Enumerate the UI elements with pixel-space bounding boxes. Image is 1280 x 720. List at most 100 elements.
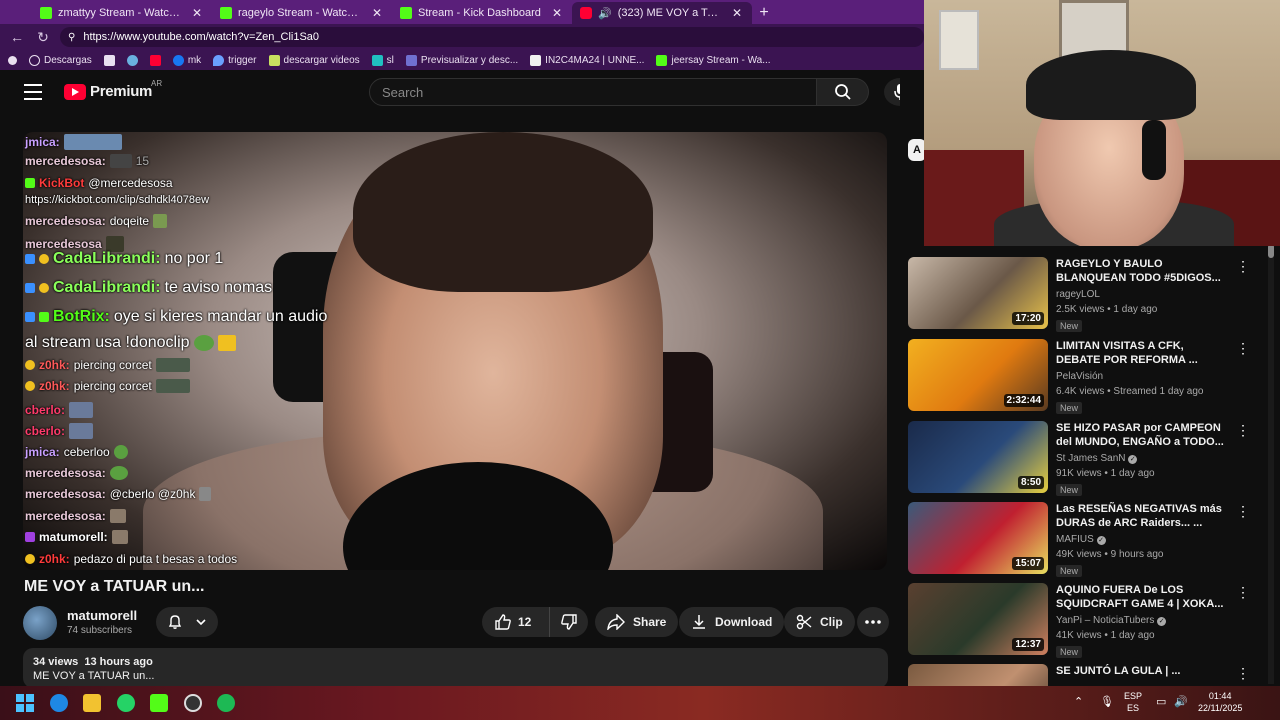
download-button[interactable]: Download	[679, 607, 785, 637]
sidebar-scrollbar[interactable]	[1268, 244, 1274, 684]
recommended-video[interactable]: 17:20 RAGEYLO Y BAULO BLANQUEAN TODO #5DI…	[908, 257, 1250, 332]
recommended-channel[interactable]: MAFIUS ✓	[1056, 534, 1106, 545]
bookmark-descargas[interactable]: Descargas	[29, 54, 92, 66]
bookmark-youtube[interactable]	[149, 54, 161, 66]
like-count: 12	[518, 615, 532, 629]
edge-icon[interactable]	[50, 694, 68, 712]
bookmark-kick[interactable]	[103, 54, 115, 66]
bookmark-trigger[interactable]: trigger	[213, 54, 257, 66]
whatsapp-icon[interactable]	[117, 694, 135, 712]
bookmark-previsualizar[interactable]: Previsualizar y desc...	[405, 54, 518, 66]
close-tab-icon[interactable]: ✕	[730, 6, 744, 20]
browser-tab-2[interactable]: rageylo Stream - Watch Live on K ✕	[212, 2, 392, 24]
youtube-favicon-icon	[580, 7, 592, 19]
chevron-up-icon[interactable]: ⌃	[1074, 696, 1083, 708]
close-tab-icon[interactable]: ✕	[370, 6, 384, 20]
search-input[interactable]: Search	[369, 78, 817, 106]
bookmark-extension[interactable]	[126, 54, 138, 66]
more-vertical-icon[interactable]: ⋮	[1236, 423, 1250, 437]
close-tab-icon[interactable]: ✕	[190, 6, 204, 20]
recommended-title[interactable]: LIMITAN VISITAS A CFK, DEBATE POR REFORM…	[1056, 339, 1228, 367]
youtube-premium-logo[interactable]: Premium AR	[64, 79, 162, 100]
more-vertical-icon[interactable]: ⋮	[1236, 341, 1250, 355]
browser-tab-1[interactable]: zmattyy Stream - Watch Live on K ✕	[32, 2, 212, 24]
chat-line: mercedesosa:	[25, 466, 128, 480]
recommended-title[interactable]: SE JUNTÓ LA GULA | ...	[1056, 664, 1228, 678]
bookmark-sl[interactable]: sl	[371, 54, 394, 66]
video-player[interactable]: jmica: mercedesosa: 15 KickBot @mercedesos…	[23, 132, 887, 570]
recommended-channel[interactable]: rageyLOL	[1056, 289, 1100, 300]
language-indicator[interactable]: ESP ES	[1124, 690, 1142, 714]
browser-tab-4-active[interactable]: 🔊 (323) ME VOY a TATUAR un... ✕	[572, 2, 752, 24]
back-arrow-icon[interactable]: ←	[8, 28, 26, 46]
more-vertical-icon[interactable]: ⋮	[1236, 504, 1250, 518]
speaker-icon[interactable]: 🔊	[598, 7, 612, 20]
video-thumbnail[interactable]: 8:50	[908, 421, 1048, 493]
search-button[interactable]	[817, 78, 869, 106]
new-badge: New	[1056, 565, 1083, 577]
browser-tab-3[interactable]: Stream - Kick Dashboard ✕	[392, 2, 572, 24]
video-thumbnail[interactable]: 12:37	[908, 583, 1048, 655]
obs-icon[interactable]	[184, 694, 202, 712]
badge-icon	[25, 532, 35, 542]
chat-user: KickBot	[39, 176, 85, 190]
video-thumbnail[interactable]: 15:07	[908, 502, 1048, 574]
badge-icon	[39, 283, 49, 293]
recommended-title[interactable]: AQUINO FUERA De LOS SQUIDCRAFT GAME 4 | …	[1056, 583, 1228, 611]
channel-label: MAFIUS	[1056, 534, 1094, 545]
volume-icon[interactable]: 🔊	[1174, 696, 1188, 708]
chat-user: jmica:	[25, 135, 60, 149]
subscription-bell-button[interactable]	[156, 607, 218, 637]
pepe-emote-icon	[113, 445, 128, 459]
clock[interactable]: 01:44 22/11/2025	[1198, 690, 1242, 714]
recommended-video[interactable]: 2:32:44 LIMITAN VISITAS A CFK, DEBATE POR…	[908, 339, 1250, 414]
recommended-channel[interactable]: PelaVisión	[1056, 371, 1103, 382]
site-info-icon[interactable]: ⚲	[68, 32, 75, 43]
channel-avatar[interactable]	[23, 606, 57, 640]
chat-message: no por 1	[164, 250, 224, 267]
hamburger-menu-icon[interactable]	[24, 84, 42, 100]
microphone-icon[interactable]: 🎙	[1100, 696, 1114, 708]
share-button[interactable]: Share	[595, 607, 679, 637]
clip-button[interactable]: Clip	[784, 607, 855, 637]
description-box[interactable]: 34 views 13 hours ago ME VOY a TATUAR un…	[23, 648, 888, 688]
more-vertical-icon[interactable]: ⋮	[1236, 666, 1250, 680]
more-actions-button[interactable]	[857, 607, 889, 637]
recommended-title[interactable]: SE HIZO PASAR por CAMPEON del MUNDO, ENG…	[1056, 421, 1228, 449]
more-vertical-icon[interactable]: ⋮	[1236, 585, 1250, 599]
bookmark-apps[interactable]	[8, 55, 17, 65]
recommended-video[interactable]: 8:50 SE HIZO PASAR por CAMPEON del MUNDO,…	[908, 421, 1250, 496]
badge-icon	[25, 254, 35, 264]
reload-icon[interactable]: ↻	[34, 28, 52, 46]
recommended-video[interactable]: 12:37 AQUINO FUERA De LOS SQUIDCRAFT GAME…	[908, 583, 1250, 658]
more-vertical-icon[interactable]: ⋮	[1236, 259, 1250, 273]
kick-icon[interactable]	[150, 694, 168, 712]
dislike-button[interactable]	[550, 613, 588, 631]
language-bottom: ES	[1127, 703, 1140, 713]
video-thumbnail[interactable]: 17:20	[908, 257, 1048, 329]
windows-start-icon[interactable]	[16, 694, 34, 712]
close-tab-icon[interactable]: ✕	[550, 6, 564, 20]
bookmark-unne[interactable]: IN2C4MA24 | UNNE...	[530, 54, 645, 66]
recommended-title[interactable]: Las RESEÑAS NEGATIVAS más DURAS de ARC R…	[1056, 502, 1228, 530]
file-explorer-icon[interactable]	[83, 694, 101, 712]
recommended-video[interactable]: 15:07 Las RESEÑAS NEGATIVAS más DURAS de …	[908, 502, 1250, 577]
spotify-icon[interactable]	[217, 694, 235, 712]
new-tab-button[interactable]: +	[752, 2, 776, 24]
chat-line: CadaLibrandi: te aviso nomas	[25, 279, 272, 297]
recommended-channel[interactable]: St James SanN ✓	[1056, 453, 1138, 464]
bookmark-label: IN2C4MA24 | UNNE...	[545, 54, 645, 66]
recommended-title[interactable]: RAGEYLO Y BAULO BLANQUEAN TODO #5DIGOS..…	[1056, 257, 1228, 285]
scrollbar-thumb[interactable]	[1268, 244, 1274, 258]
recommended-channel[interactable]: YanPi – NoticiaTubers ✓	[1056, 615, 1167, 626]
chat-message: @mercedesosa	[88, 176, 173, 190]
url-field[interactable]: ⚲ https://www.youtube.com/watch?v=Zen_Cl…	[60, 27, 924, 47]
video-thumbnail[interactable]: 2:32:44	[908, 339, 1048, 411]
channel-name[interactable]: matumorell	[67, 608, 137, 623]
bookmark-descargar-videos[interactable]: descargar videos	[268, 54, 360, 66]
network-icon[interactable]: ▭	[1156, 696, 1166, 708]
channel-label: PelaVisión	[1056, 371, 1104, 382]
like-button[interactable]: 12	[482, 607, 550, 637]
bookmark-mk[interactable]: mk	[172, 54, 201, 66]
bookmark-jeersay[interactable]: jeersay Stream - Wa...	[656, 54, 771, 66]
